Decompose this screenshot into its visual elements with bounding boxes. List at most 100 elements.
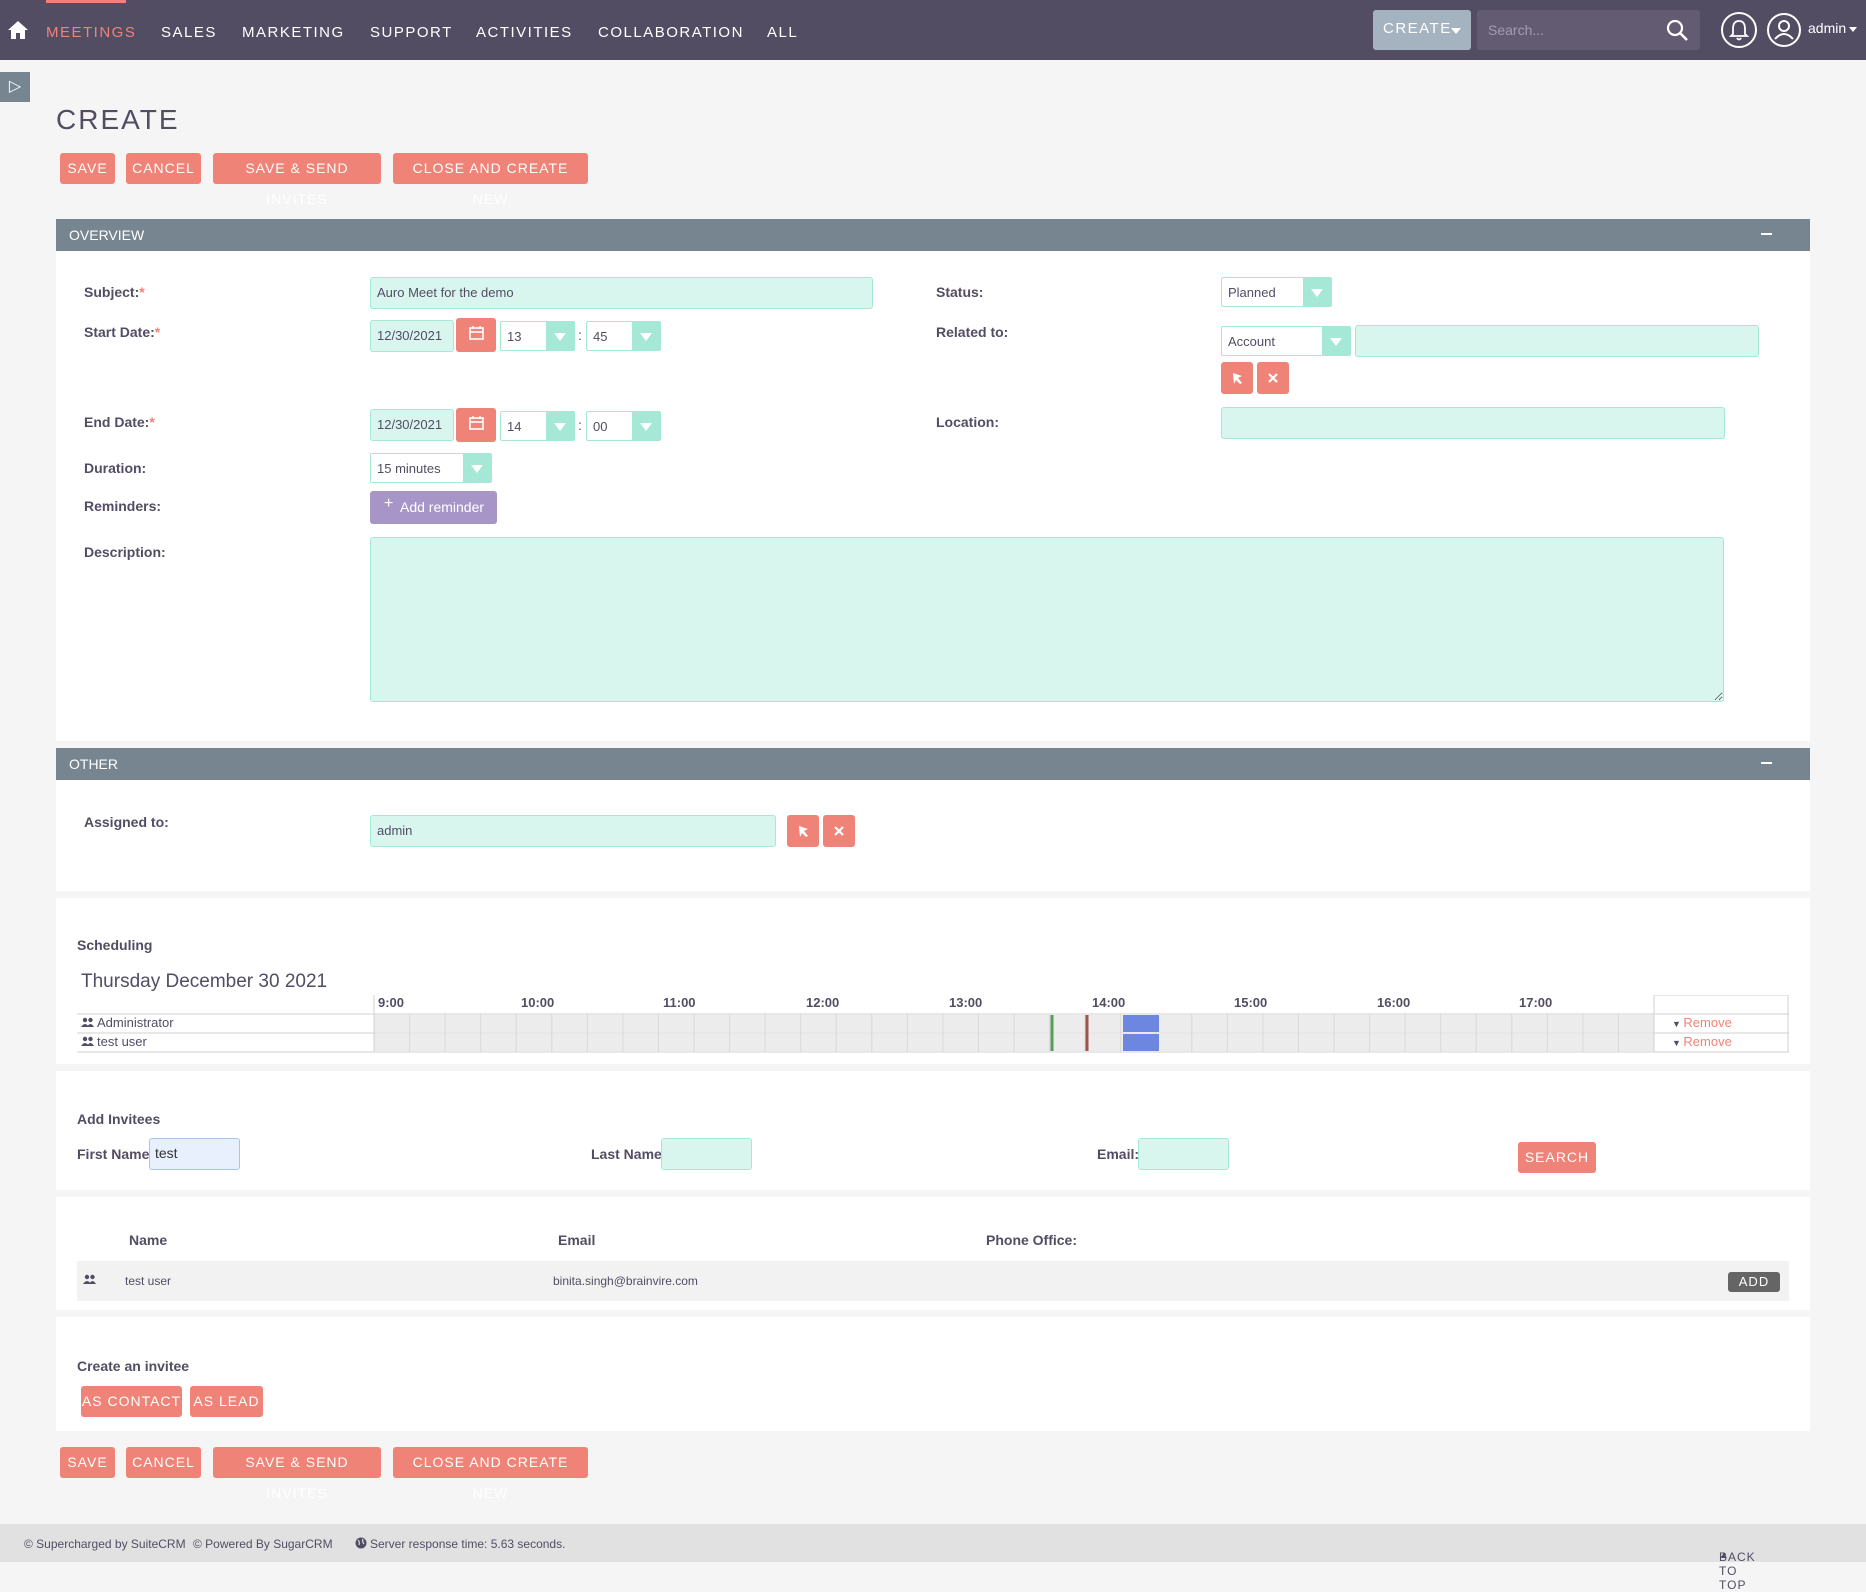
subject-input[interactable]: Auro Meet for the demo [370,277,873,309]
remove-attendee-link[interactable]: ▼ Remove [1672,1015,1732,1030]
scheduling-grid: 9:00 10:00 11:00 12:00 13:00 14:00 15:00… [77,995,1789,1053]
add-invitee-button[interactable]: ADD [1728,1272,1780,1292]
result-name: test user [125,1274,172,1288]
chevron-down-icon [632,412,660,440]
other-panel [56,780,1810,891]
result-email: binita.singh@brainvire.com [553,1274,698,1288]
sidebar-toggle-button[interactable]: ▷ [0,72,30,102]
save-button[interactable]: SAVE [60,153,115,184]
duration-value: 15 minutes [377,461,441,476]
cursor-arrow-icon [799,826,808,837]
busy-slot [1123,1015,1159,1032]
remove-icon: ▼ [1672,1038,1684,1048]
start-hour-select[interactable]: 13 [500,321,575,351]
related-to-type-select[interactable]: Account [1221,326,1351,356]
save-and-send-invites-button[interactable]: SAVE & SEND INVITES [213,153,381,207]
create-as-contact-button[interactable]: AS CONTACT [81,1386,182,1417]
end-minute-select[interactable]: 00 [586,411,661,441]
nav-sales[interactable]: SALES [161,24,217,41]
start-date-calendar-button[interactable] [456,318,496,352]
nav-meetings[interactable]: MEETINGS [46,24,136,41]
reminders-label: Reminders: [84,498,162,514]
other-panel-title: OTHER [69,756,118,772]
cancel-button[interactable]: CANCEL [126,153,201,184]
assigned-to-input[interactable]: admin [370,815,776,847]
other-panel-header[interactable]: OTHER [56,748,1810,780]
create-menu-button[interactable]: CREATE [1373,10,1471,50]
table-row: test user binita.singh@brainvire.com [77,1261,1789,1301]
save-and-send-invites-button[interactable]: SAVE & SEND INVITES [213,1447,381,1501]
caret-up-icon: ▲ [1719,1550,1730,1561]
end-date-calendar-button[interactable] [456,408,496,442]
add-invitees-title: Add Invitees [77,1111,161,1127]
busy-slot [1123,1034,1159,1051]
nav-support[interactable]: SUPPORT [370,24,453,41]
assigned-to-clear-button[interactable] [823,815,855,847]
search-icon[interactable] [1666,19,1688,41]
create-invitee-title: Create an invitee [77,1358,190,1374]
hour-label: 11:00 [663,995,696,1010]
status-label: Status: [936,284,984,300]
hour-label: 14:00 [1092,995,1126,1010]
footer-supercharged[interactable]: © Supercharged by SuiteCRM [24,1537,186,1551]
end-date-label: End Date:* [84,414,155,430]
caret-down-icon[interactable] [1849,27,1857,32]
start-date-label: Start Date:* [84,324,161,340]
cancel-button[interactable]: CANCEL [126,1447,201,1478]
nav-collaboration[interactable]: COLLABORATION [598,24,744,41]
footer: © Supercharged by SuiteCRM © Powered By … [0,1524,1866,1592]
hour-label: 13:00 [949,995,983,1010]
scheduling-attendee-name: Administrator [97,1015,174,1030]
assigned-to-select-button[interactable] [787,815,819,847]
start-date-input[interactable]: 12/30/2021 [370,320,454,352]
end-date-input[interactable]: 12/30/2021 [370,409,454,441]
first-name-input[interactable]: test [149,1138,240,1170]
chevron-down-icon [632,322,660,350]
hour-label: 16:00 [1377,995,1411,1010]
description-textarea[interactable] [370,537,1724,702]
active-tab-indicator [46,0,126,3]
close-and-create-new-button[interactable]: CLOSE AND CREATE NEW [393,1447,588,1501]
top-navigation: MEETINGS SALES MARKETING SUPPORT ACTIVIT… [0,0,1866,60]
create-as-lead-button[interactable]: AS LEAD [190,1386,263,1417]
globe-icon [355,1537,367,1549]
nav-activities[interactable]: ACTIVITIES [476,24,573,41]
description-label: Description: [84,544,166,560]
close-icon [1268,373,1278,383]
time-separator: : [578,327,582,343]
end-minute-value: 00 [593,419,608,434]
nav-marketing[interactable]: MARKETING [242,24,345,41]
scheduling-title: Scheduling [77,937,153,953]
remove-attendee-link[interactable]: ▼ Remove [1672,1034,1732,1049]
search-input[interactable] [1477,10,1657,50]
close-and-create-new-button[interactable]: CLOSE AND CREATE NEW [393,153,588,207]
related-to-select-button[interactable] [1221,362,1253,394]
first-name-label: First Name: [77,1146,155,1162]
collapse-icon[interactable] [1761,762,1772,764]
end-hour-value: 14 [507,419,522,434]
save-button[interactable]: SAVE [60,1447,115,1478]
add-reminder-button[interactable]: + Add reminder [370,491,497,524]
end-hour-select[interactable]: 14 [500,411,575,441]
related-to-clear-button[interactable] [1257,362,1289,394]
home-icon[interactable] [7,20,29,40]
global-search [1477,10,1700,50]
last-name-input[interactable] [661,1138,752,1170]
nav-all[interactable]: ALL [767,24,798,41]
related-to-label: Related to: [936,324,1009,340]
collapse-icon[interactable] [1761,233,1772,235]
scheduling-date: Thursday December 30 2021 [81,971,328,992]
search-invitees-button[interactable]: SEARCH [1518,1142,1596,1173]
overview-panel-header[interactable]: OVERVIEW [56,219,1810,251]
user-menu-name[interactable]: admin [1808,20,1846,36]
user-avatar-icon[interactable] [1766,12,1802,48]
duration-select[interactable]: 15 minutes [370,453,492,483]
location-input[interactable] [1221,407,1725,439]
footer-powered[interactable]: © Powered By SugarCRM [193,1537,333,1551]
status-select[interactable]: Planned [1221,277,1332,307]
notification-bell-icon[interactable] [1720,11,1758,49]
email-input[interactable] [1138,1138,1229,1170]
chevron-down-icon [546,322,574,350]
start-minute-select[interactable]: 45 [586,321,661,351]
related-to-input[interactable] [1355,325,1759,357]
